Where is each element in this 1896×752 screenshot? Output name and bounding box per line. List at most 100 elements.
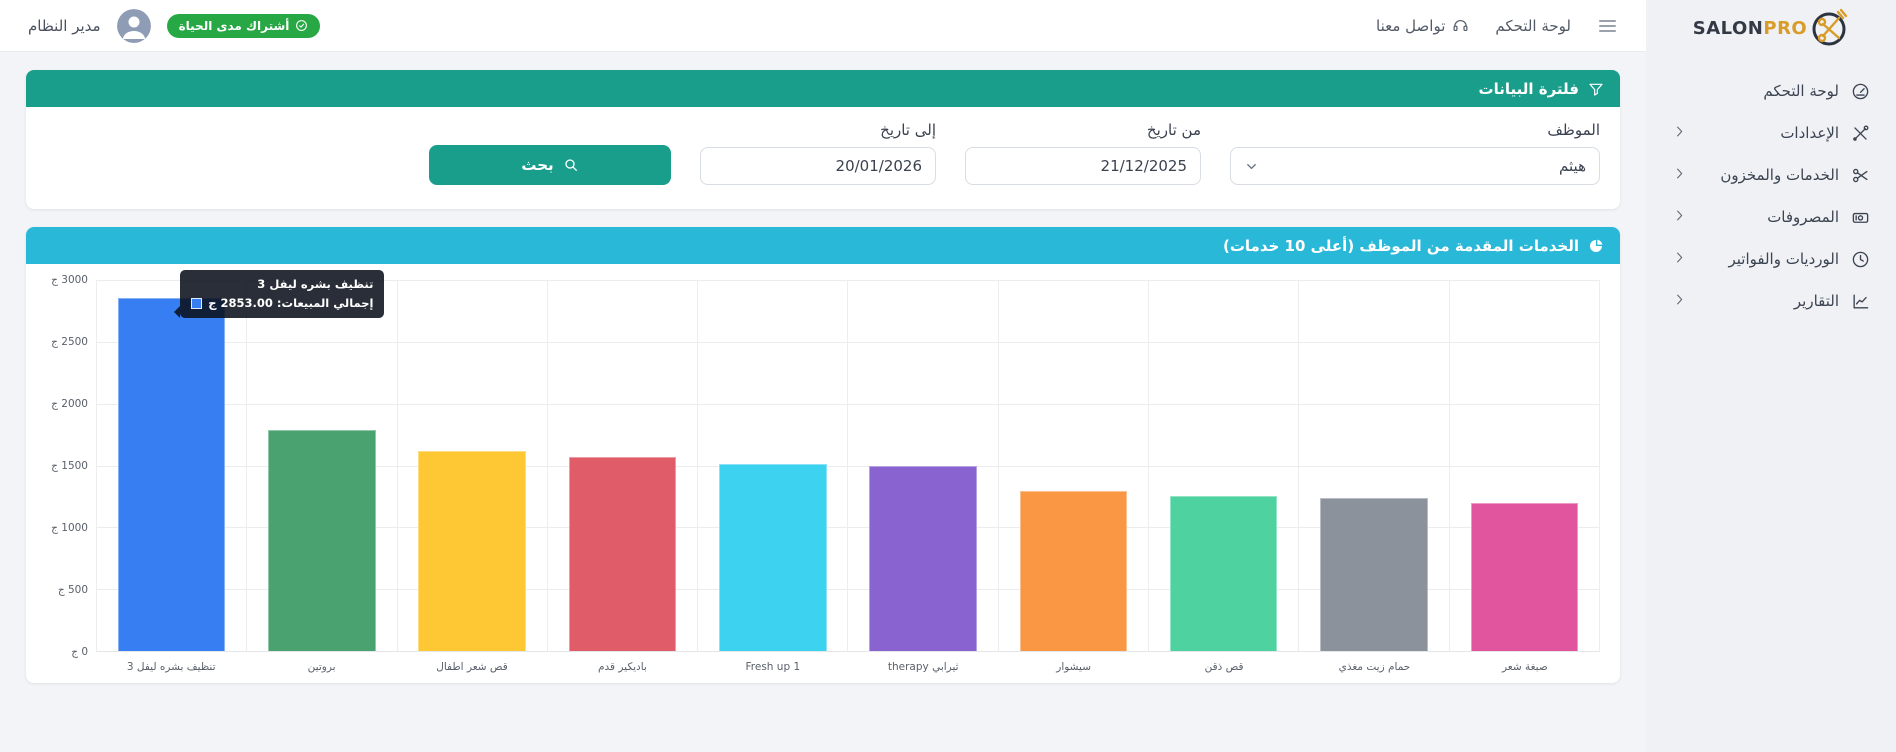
sidebar-menu: لوحة التحكم الإعدادات الخدمات والمخزون المص…	[1646, 56, 1896, 322]
employee-selected-value: هيثم	[1559, 157, 1586, 175]
tooltip-caret	[174, 306, 180, 318]
chart-card-header: الخدمات المقدمة من الموظف (أعلى 10 خدمات…	[26, 227, 1620, 264]
brand-logo[interactable]: SALONPRO	[1646, 0, 1896, 56]
expand-chevron	[1672, 250, 1687, 269]
tooltip-value-row: إجمالي المبيعات: 2853.00 ج	[191, 296, 373, 310]
chevron-right-icon	[1672, 292, 1687, 307]
chart-title: الخدمات المقدمة من الموظف (أعلى 10 خدمات…	[1223, 237, 1579, 255]
chart-column	[847, 280, 997, 651]
y-tick-label: 1500 ج	[51, 460, 88, 472]
x-tick-label: حمام زيت مغذي	[1299, 661, 1449, 673]
person-icon	[117, 9, 151, 43]
sidebar-item-1[interactable]: الإعدادات	[1646, 112, 1896, 154]
x-tick-label: قص شعر اطفال	[397, 661, 547, 673]
sidebar-item-label: الإعدادات	[1780, 124, 1839, 142]
user-avatar[interactable]	[117, 9, 151, 43]
filter-card-header: فلترة البيانات	[26, 70, 1620, 107]
sidebar-toggle-hamburger-icon[interactable]	[1597, 16, 1618, 36]
sidebar-item-5[interactable]: التقارير	[1646, 280, 1896, 322]
bar-1[interactable]	[268, 430, 375, 651]
chart-column	[1449, 280, 1600, 651]
topbar-user-group: أشتراك مدى الحياة مدير النظام	[28, 9, 320, 43]
chevron-down-icon	[1244, 159, 1259, 174]
sidebar-item-label: الخدمات والمخزون	[1720, 166, 1839, 184]
chart-column	[246, 280, 396, 651]
nav-dashboard-link[interactable]: لوحة التحكم	[1495, 17, 1571, 35]
sidebar-item-label: الورديات والفواتير	[1728, 250, 1839, 268]
chart-plot-area: تنظيف بشره ليفل 3 إجمالي المبيعات: 2853.…	[96, 280, 1600, 652]
bar-6[interactable]	[1020, 491, 1127, 651]
expand-chevron	[1672, 124, 1687, 143]
date-from-input[interactable]	[965, 147, 1201, 185]
y-tick-label: 2500 ج	[51, 336, 88, 348]
scissors-icon	[1851, 166, 1870, 185]
employee-label: الموظف	[1230, 121, 1600, 139]
chart-column	[998, 280, 1148, 651]
sidebar: SALONPRO لوحة التحكم الإعدادات الخدمات وال…	[1646, 0, 1896, 752]
sidebar-item-label: المصروفات	[1767, 208, 1839, 226]
page-content: فلترة البيانات الموظف هيثم من تاريخ	[0, 52, 1646, 752]
headset-icon	[1452, 17, 1469, 34]
main-column: لوحة التحكم تواصل معنا أشتراك مدى الحياة	[0, 0, 1646, 752]
chart-column	[1298, 280, 1448, 651]
sidebar-item-2[interactable]: الخدمات والمخزون	[1646, 154, 1896, 196]
topbar: لوحة التحكم تواصل معنا أشتراك مدى الحياة	[0, 0, 1646, 52]
search-button[interactable]: بحث	[429, 145, 671, 185]
filter-title: فلترة البيانات	[1479, 80, 1579, 98]
x-tick-label: ثيرابي therapy	[848, 661, 998, 673]
sidebar-item-4[interactable]: الورديات والفواتير	[1646, 238, 1896, 280]
bar-2[interactable]	[418, 451, 525, 651]
bar-4[interactable]	[719, 464, 826, 651]
chart-card: الخدمات المقدمة من الموظف (أعلى 10 خدمات…	[26, 227, 1620, 683]
filter-form: الموظف هيثم من تاريخ إلى تاريخ	[26, 107, 1620, 209]
sidebar-item-label: التقارير	[1794, 292, 1839, 310]
nav-contact-link[interactable]: تواصل معنا	[1376, 17, 1469, 35]
x-tick-label: قص ذقن	[1149, 661, 1299, 673]
employee-select[interactable]: هيثم	[1230, 147, 1600, 185]
bar-3[interactable]	[569, 457, 676, 651]
x-tick-label: بروتين	[246, 661, 396, 673]
sidebar-item-0[interactable]: لوحة التحكم	[1646, 70, 1896, 112]
chart-x-labels: تنظيف بشره ليفل 3بروتينقص شعر اطفالباديك…	[96, 652, 1600, 673]
chart-column	[697, 280, 847, 651]
subscription-badge: أشتراك مدى الحياة	[167, 14, 321, 38]
tooltip-title: تنظيف بشره ليفل 3	[191, 277, 373, 291]
filter-funnel-icon	[1588, 81, 1604, 97]
expand-chevron	[1672, 292, 1687, 311]
bar-8[interactable]	[1320, 498, 1427, 651]
money-icon	[1851, 208, 1870, 227]
bar-0[interactable]	[118, 298, 225, 651]
chart-column	[1148, 280, 1298, 651]
date-to-label: إلى تاريخ	[700, 121, 936, 139]
clock-icon	[1851, 250, 1870, 269]
chart-column	[96, 280, 246, 651]
x-tick-label: صبغة شعر	[1450, 661, 1600, 673]
topbar-nav-group: لوحة التحكم تواصل معنا	[1376, 16, 1618, 36]
y-tick-label: 2000 ج	[51, 398, 88, 410]
bar-7[interactable]	[1170, 496, 1277, 651]
chart-tooltip: تنظيف بشره ليفل 3 إجمالي المبيعات: 2853.…	[180, 270, 384, 318]
bar-chart: 0 ج500 ج1000 ج1500 ج2000 ج2500 ج3000 ج ت…	[46, 280, 1600, 673]
check-circle-icon	[295, 19, 308, 32]
y-tick-label: 500 ج	[58, 584, 88, 596]
sidebar-item-label: لوحة التحكم	[1763, 82, 1839, 100]
chevron-right-icon	[1672, 124, 1687, 139]
chevron-right-icon	[1672, 208, 1687, 223]
expand-chevron	[1672, 208, 1687, 227]
chart-plot-wrap: تنظيف بشره ليفل 3 إجمالي المبيعات: 2853.…	[96, 280, 1600, 673]
sidebar-item-3[interactable]: المصروفات	[1646, 196, 1896, 238]
x-tick-label: تنظيف بشره ليفل 3	[96, 661, 246, 673]
tools-icon	[1851, 124, 1870, 143]
chart-line-icon	[1851, 292, 1870, 311]
date-from-field: من تاريخ	[965, 121, 1201, 185]
date-to-input[interactable]	[700, 147, 936, 185]
x-tick-label: Fresh up 1	[698, 661, 848, 673]
tooltip-value-text: إجمالي المبيعات: 2853.00 ج	[208, 296, 373, 310]
salon-scissors-logo-icon	[1809, 8, 1849, 48]
bar-9[interactable]	[1471, 503, 1578, 651]
employee-field: الموظف هيثم	[1230, 121, 1600, 185]
bar-5[interactable]	[869, 466, 976, 652]
search-icon	[563, 157, 579, 173]
user-name[interactable]: مدير النظام	[28, 17, 101, 35]
gauge-icon	[1851, 82, 1870, 101]
